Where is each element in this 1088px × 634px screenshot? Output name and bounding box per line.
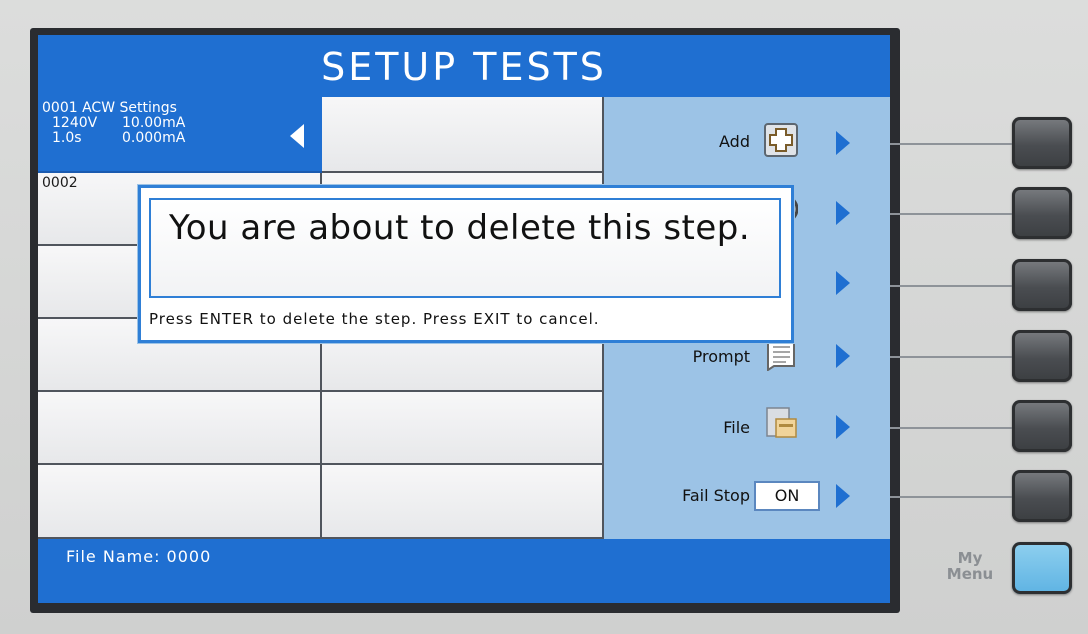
copy-arrow-icon bbox=[836, 271, 850, 295]
file-cabinet-icon bbox=[766, 407, 797, 438]
add-plus-icon bbox=[764, 123, 798, 157]
fail-stop-arrow-icon bbox=[836, 484, 850, 508]
fail-stop-label: Fail Stop bbox=[682, 486, 750, 505]
dialog-hint: Press ENTER to delete the step. Press EX… bbox=[149, 310, 600, 328]
step-cell[interactable] bbox=[322, 97, 604, 173]
delete-confirm-dialog: You are about to delete this step. Press… bbox=[138, 185, 794, 343]
file-arrow-icon bbox=[836, 415, 850, 439]
my-menu-label: My Menu bbox=[946, 549, 994, 583]
fail-stop-value: ON bbox=[754, 481, 820, 511]
step-number: 0002 bbox=[42, 175, 78, 191]
softkey-button-4[interactable] bbox=[1012, 330, 1072, 382]
softkey-button-3[interactable] bbox=[1012, 259, 1072, 311]
step-number: 0001 bbox=[42, 100, 78, 116]
softkey-connector bbox=[890, 356, 1015, 358]
softkey-button-1[interactable] bbox=[1012, 117, 1072, 169]
add-label: Add bbox=[719, 132, 750, 151]
step-voltage: 1240V bbox=[52, 115, 98, 131]
status-bar: File Name: 0000 bbox=[38, 539, 890, 603]
softkey-connector bbox=[890, 213, 1015, 215]
dialog-message: You are about to delete this step. bbox=[169, 208, 751, 248]
file-name: File Name: 0000 bbox=[66, 547, 212, 566]
softkey-connector bbox=[890, 496, 1015, 498]
step-current-lo: 0.000mA bbox=[122, 130, 186, 146]
softkey-button-6[interactable] bbox=[1012, 470, 1072, 522]
softkey-connector bbox=[890, 427, 1015, 429]
selected-step-arrow-icon bbox=[290, 124, 304, 148]
file-label: File bbox=[723, 418, 750, 437]
prompt-label: Prompt bbox=[692, 347, 750, 366]
step-label: Settings bbox=[119, 100, 177, 116]
step-time: 1.0s bbox=[52, 130, 82, 146]
softkey-button-5[interactable] bbox=[1012, 400, 1072, 452]
step-type: ACW bbox=[82, 100, 116, 116]
softkey-connector bbox=[890, 285, 1015, 287]
step-cell[interactable] bbox=[322, 465, 604, 539]
page-title: SETUP TESTS bbox=[38, 35, 890, 97]
display-screen: SETUP TESTS 0001 ACW Settings 1240V 10.0… bbox=[38, 35, 890, 603]
step-cell-0001[interactable]: 0001 ACW Settings 1240V 10.00mA 1.0s 0.0… bbox=[38, 97, 322, 173]
step-current-hi: 10.00mA bbox=[122, 115, 186, 131]
delete-arrow-icon bbox=[836, 201, 850, 225]
softkey-button-2[interactable] bbox=[1012, 187, 1072, 239]
step-cell[interactable] bbox=[322, 392, 604, 465]
softkey-connector bbox=[890, 143, 1015, 145]
dialog-message-box: You are about to delete this step. bbox=[149, 198, 781, 298]
prompt-arrow-icon bbox=[836, 344, 850, 368]
add-arrow-icon bbox=[836, 131, 850, 155]
my-menu-button[interactable] bbox=[1012, 542, 1072, 594]
step-cell[interactable] bbox=[38, 465, 322, 539]
step-cell[interactable] bbox=[38, 392, 322, 465]
